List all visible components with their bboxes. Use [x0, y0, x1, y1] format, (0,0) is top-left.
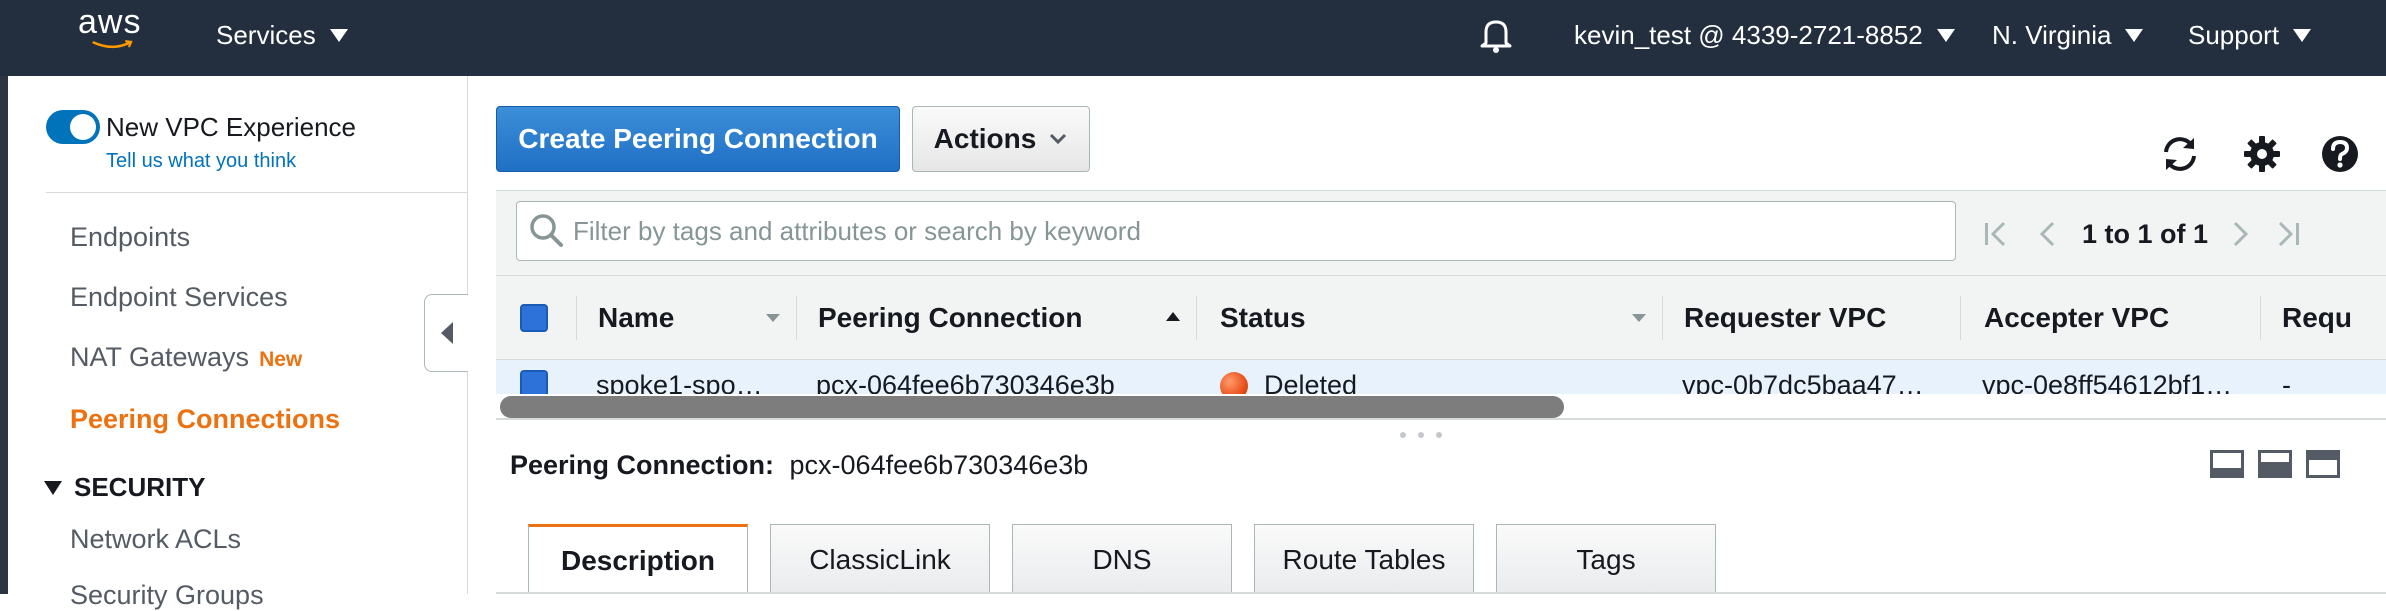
cell-accepter-vpc[interactable]: vpc-0e8ff54612bf1… [1982, 370, 2232, 394]
services-menu[interactable]: Services [216, 0, 348, 70]
chevron-down-icon [1936, 28, 1955, 42]
cell-peering-connection[interactable]: pcx-064fee6b730346e3b [816, 370, 1115, 394]
sort-icon[interactable] [766, 314, 780, 322]
chevron-down-icon [2293, 28, 2312, 42]
cell-requester-cidr: - [2282, 370, 2291, 394]
feedback-link[interactable]: Tell us what you think [106, 150, 296, 173]
aws-logo-text: aws [78, 3, 142, 41]
resize-grip-icon[interactable] [1400, 432, 1456, 438]
detail-value: pcx-064fee6b730346e3b [789, 450, 1089, 480]
detail-label: Peering Connection: [510, 450, 775, 480]
triangle-down-icon [44, 480, 62, 495]
column-divider [2260, 296, 2261, 340]
sidebar-item-endpoint-services[interactable]: Endpoint Services [70, 282, 288, 313]
chevron-left-icon [440, 322, 453, 344]
cell-name: spoke1-spo… [596, 370, 763, 394]
previous-page-icon[interactable] [2034, 219, 2062, 249]
horizontal-scrollbar[interactable] [500, 396, 1564, 418]
chevron-down-icon [1050, 133, 1067, 145]
column-divider [1662, 296, 1663, 340]
column-header-status[interactable]: Status [1220, 276, 1306, 360]
table-row[interactable]: spoke1-spo… pcx-064fee6b730346e3b Delete… [496, 360, 2386, 394]
services-label: Services [216, 19, 316, 50]
account-label: kevin_test @ 4339-2721-8852 [1574, 19, 1923, 50]
region-label: N. Virginia [1992, 19, 2112, 50]
column-divider [576, 296, 577, 340]
layout-half-icon[interactable] [2258, 450, 2292, 478]
pagination-label: 1 to 1 of 1 [2082, 218, 2209, 249]
sidebar-item-network-acls[interactable]: Network ACLs [70, 524, 241, 555]
select-all-checkbox[interactable] [520, 304, 548, 332]
tab-classiclink[interactable]: ClassicLink [770, 524, 990, 594]
column-header-requester-vpc[interactable]: Requester VPC [1684, 276, 1886, 360]
support-label: Support [2188, 19, 2280, 50]
filter-bar: 1 to 1 of 1 [496, 190, 2386, 276]
column-header-requester-cidr[interactable]: Requ [2282, 276, 2352, 360]
refresh-icon[interactable] [2158, 132, 2202, 176]
toggle-knob [70, 114, 96, 140]
last-page-icon[interactable] [2274, 219, 2302, 249]
sidebar-item-label: NAT Gateways [70, 342, 250, 372]
aws-logo[interactable]: aws [78, 3, 148, 50]
sidebar-collapse-button[interactable] [424, 294, 468, 372]
column-header-name[interactable]: Name [598, 276, 674, 360]
sidebar-item-endpoints[interactable]: Endpoints [70, 222, 190, 253]
chevron-down-icon [2125, 28, 2144, 42]
detail-title: Peering Connection: pcx-064fee6b730346e3… [510, 450, 1088, 481]
region-menu[interactable]: N. Virginia [1992, 0, 2144, 70]
column-divider [1196, 296, 1197, 340]
top-navigation-bar: aws Services kevin_test @ 4339-2721-8852… [0, 0, 2386, 76]
layout-half-fill [2261, 462, 2289, 475]
cell-status: Deleted [1264, 370, 1358, 394]
tab-route-tables[interactable]: Route Tables [1254, 524, 1474, 594]
notifications-bell[interactable] [1478, 0, 1514, 70]
actions-button[interactable]: Actions [912, 106, 1090, 172]
security-section-header[interactable]: SECURITY [44, 472, 205, 503]
layout-top-icon[interactable] [2306, 450, 2340, 478]
help-icon[interactable] [2318, 132, 2362, 176]
sidebar: New VPC Experience Tell us what you thin… [8, 76, 468, 610]
actions-label: Actions [933, 123, 1037, 154]
bell-icon [1480, 20, 1512, 53]
sidebar-item-peering-connections[interactable]: Peering Connections [70, 404, 340, 435]
account-menu[interactable]: kevin_test @ 4339-2721-8852 [1574, 0, 1955, 70]
sidebar-item-nat-gateways[interactable]: NAT Gateways New [70, 342, 302, 373]
sort-icon[interactable] [1632, 314, 1646, 322]
cell-requester-vpc[interactable]: vpc-0b7dc5baa47… [1682, 370, 1924, 394]
aws-smile-icon [92, 40, 133, 49]
column-header-peering-connection[interactable]: Peering Connection [818, 276, 1082, 360]
window-edge [0, 0, 8, 594]
status-deleted-icon [1220, 372, 1248, 394]
search-icon [530, 214, 563, 247]
tab-tags[interactable]: Tags [1496, 524, 1716, 594]
next-page-icon[interactable] [2226, 219, 2254, 249]
toggle-label: New VPC Experience [106, 112, 356, 142]
column-header-accepter-vpc[interactable]: Accepter VPC [1984, 276, 2169, 360]
create-peering-connection-button[interactable]: Create Peering Connection [496, 106, 900, 172]
sidebar-item-security-groups[interactable]: Security Groups [70, 580, 264, 611]
chevron-down-icon [329, 28, 348, 42]
section-label: SECURITY [74, 472, 206, 502]
tab-description[interactable]: Description [528, 524, 748, 594]
gear-icon[interactable] [2240, 132, 2284, 176]
tab-dns[interactable]: DNS [1012, 524, 1232, 594]
first-page-icon[interactable] [1982, 219, 2010, 249]
search-input[interactable] [573, 202, 1943, 260]
sort-ascending-icon[interactable] [1166, 312, 1180, 321]
search-box [516, 201, 1956, 261]
table-header: Name Peering Connection Status Requester… [496, 276, 2386, 360]
pagination: 1 to 1 of 1 [1982, 191, 2302, 277]
column-divider [1960, 296, 1961, 340]
layout-bottom-icon[interactable] [2210, 450, 2244, 478]
new-vpc-experience-toggle[interactable] [46, 110, 100, 144]
new-badge: New [259, 348, 303, 371]
sidebar-divider [46, 192, 468, 193]
support-menu[interactable]: Support [2188, 0, 2312, 70]
panel-divider[interactable] [496, 418, 2386, 420]
row-checkbox[interactable] [520, 370, 548, 394]
column-divider [796, 296, 797, 340]
